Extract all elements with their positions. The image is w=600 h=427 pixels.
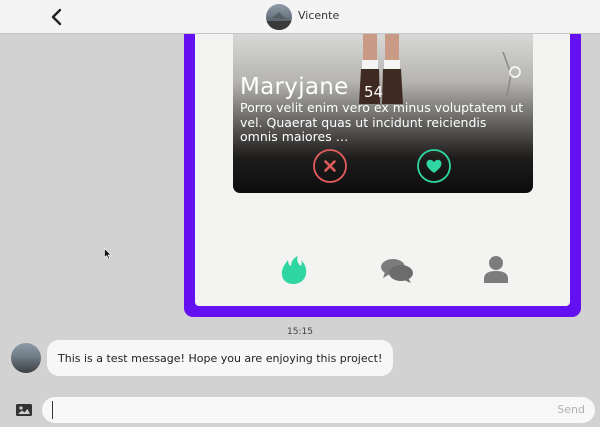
back-button[interactable]	[46, 6, 68, 28]
chat-header: Vicente	[0, 0, 600, 34]
chevron-left-icon	[51, 8, 62, 26]
heart-icon	[417, 149, 451, 183]
attach-image-button[interactable]	[15, 402, 33, 418]
nav-profile[interactable]	[484, 255, 508, 283]
chat-bubbles-icon	[381, 259, 413, 283]
close-icon	[313, 149, 347, 183]
app-screen: Maryjane 54 Porro velit enim vero ex min…	[195, 34, 570, 306]
send-button[interactable]: Send	[557, 403, 585, 416]
like-button[interactable]	[417, 149, 451, 183]
message-input[interactable]	[52, 401, 542, 419]
mouse-cursor-icon	[104, 248, 112, 260]
dislike-button[interactable]	[313, 149, 347, 183]
message-bubble: This is a test message! Hope you are enj…	[47, 340, 394, 376]
message-timestamp: 15:15	[287, 327, 313, 337]
message-composer: Send	[0, 392, 600, 427]
card-age: 54	[364, 83, 384, 101]
card-name: Maryjane	[240, 74, 349, 100]
flame-icon	[281, 256, 307, 284]
sender-avatar[interactable]	[11, 343, 41, 373]
profile-icon	[484, 256, 508, 283]
shared-app-screenshot[interactable]: Maryjane 54 Porro velit enim vero ex min…	[184, 34, 581, 317]
contact-name[interactable]: Vicente	[298, 9, 339, 22]
nav-flame[interactable]	[279, 255, 309, 285]
message-text: This is a test message! Hope you are enj…	[58, 351, 383, 365]
card-bio: Porro velit enim vero ex minus voluptate…	[240, 100, 524, 144]
nav-chat[interactable]	[380, 258, 414, 284]
profile-card: Maryjane 54 Porro velit enim vero ex min…	[233, 34, 533, 193]
photo-indicator	[509, 66, 521, 78]
message-input-container: Send	[42, 397, 595, 423]
contact-avatar[interactable]	[266, 4, 292, 30]
image-icon	[16, 404, 32, 416]
